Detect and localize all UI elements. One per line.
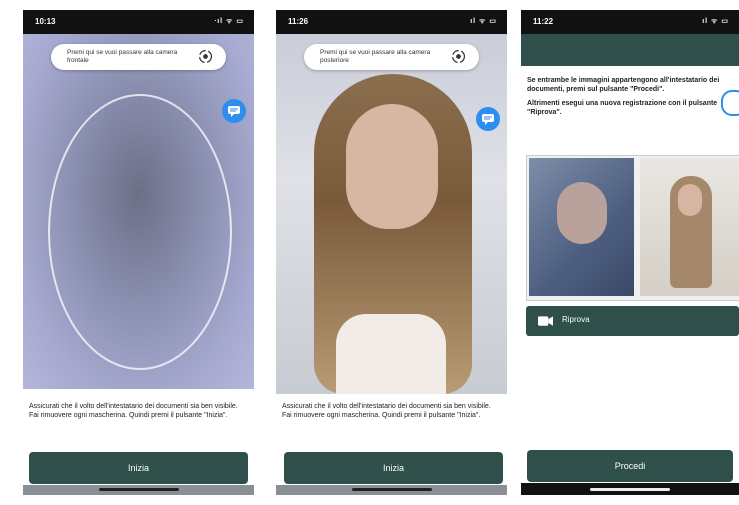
status-icons: ıl ᯤ ▭ <box>702 18 729 25</box>
comparison-images <box>526 155 739 301</box>
status-bar: 11:22 ıl ᯤ ▭ <box>521 10 739 34</box>
bottom-preview-strip <box>23 485 254 495</box>
bottom-bar <box>521 483 739 495</box>
instruction-proceed: Se entrambe le immagini appartengono all… <box>527 77 720 93</box>
chat-button[interactable] <box>721 90 739 116</box>
chat-icon <box>482 114 494 125</box>
status-bar: 10:13 ᐧıl ᯤ ▭ <box>23 10 254 34</box>
document-photo <box>529 158 634 296</box>
status-icons: ᐧıl ᯤ ▭ <box>214 18 244 25</box>
status-bar: 11:26 ıl ᯤ ▭ <box>276 10 507 34</box>
status-icons: ıl ᯤ ▭ <box>470 18 497 25</box>
comparison-instructions: Se entrambe le immagini appartengono all… <box>527 76 727 122</box>
status-time: 11:22 <box>533 17 554 26</box>
camera-flip-icon[interactable] <box>197 48 214 65</box>
header-bar <box>521 34 739 66</box>
screen-face-capture-rear: 11:26 ıl ᯤ ▭ Premi qui se vuoi passare a… <box>276 10 507 495</box>
instruction-retry: Altrimenti esegui una nuova registrazion… <box>527 100 718 116</box>
subject-shirt <box>336 314 446 394</box>
document-face-pixelated <box>557 182 607 244</box>
retry-button-label: Riprova <box>562 315 590 324</box>
face-guide-oval <box>48 94 232 370</box>
instruction-text: Assicurati che il volto dell'intestatari… <box>282 403 491 419</box>
switch-camera-hint-text: Premi qui se vuoi passare alla camera po… <box>320 49 431 64</box>
status-time: 10:13 <box>35 17 56 26</box>
camera-flip-icon[interactable] <box>450 48 467 65</box>
instruction-text: Assicurati che il volto dell'intestatari… <box>29 403 238 419</box>
start-button[interactable]: Inizia <box>29 452 248 484</box>
start-button[interactable]: Inizia <box>284 452 503 484</box>
bottom-preview-strip <box>276 485 507 495</box>
chat-icon <box>228 106 240 117</box>
video-camera-icon <box>538 316 553 326</box>
camera-preview: Premi qui se vuoi passare alla camera fr… <box>23 34 254 389</box>
status-time: 11:26 <box>288 17 309 26</box>
chat-button[interactable] <box>476 107 500 131</box>
subject-face-pixelated <box>346 104 438 229</box>
retry-button[interactable]: Riprova <box>526 306 739 336</box>
chat-button[interactable] <box>222 99 246 123</box>
home-indicator <box>590 488 670 491</box>
home-indicator <box>351 488 432 491</box>
switch-camera-hint-text: Premi qui se vuoi passare alla camera fr… <box>67 49 178 64</box>
screen-face-capture-front: 10:13 ᐧıl ᯤ ▭ Premi qui se vuoi passare … <box>23 10 254 495</box>
screen-face-comparison: 11:22 ıl ᯤ ▭ Se entrambe le immagini app… <box>521 10 739 495</box>
home-indicator <box>98 488 179 491</box>
captured-face-pixelated <box>678 184 702 216</box>
switch-camera-hint[interactable]: Premi qui se vuoi passare alla camera fr… <box>51 44 226 70</box>
camera-preview: Premi qui se vuoi passare alla camera po… <box>276 34 507 394</box>
captured-photo <box>640 158 739 296</box>
proceed-button[interactable]: Procedi <box>527 450 733 482</box>
switch-camera-hint[interactable]: Premi qui se vuoi passare alla camera po… <box>304 44 479 70</box>
